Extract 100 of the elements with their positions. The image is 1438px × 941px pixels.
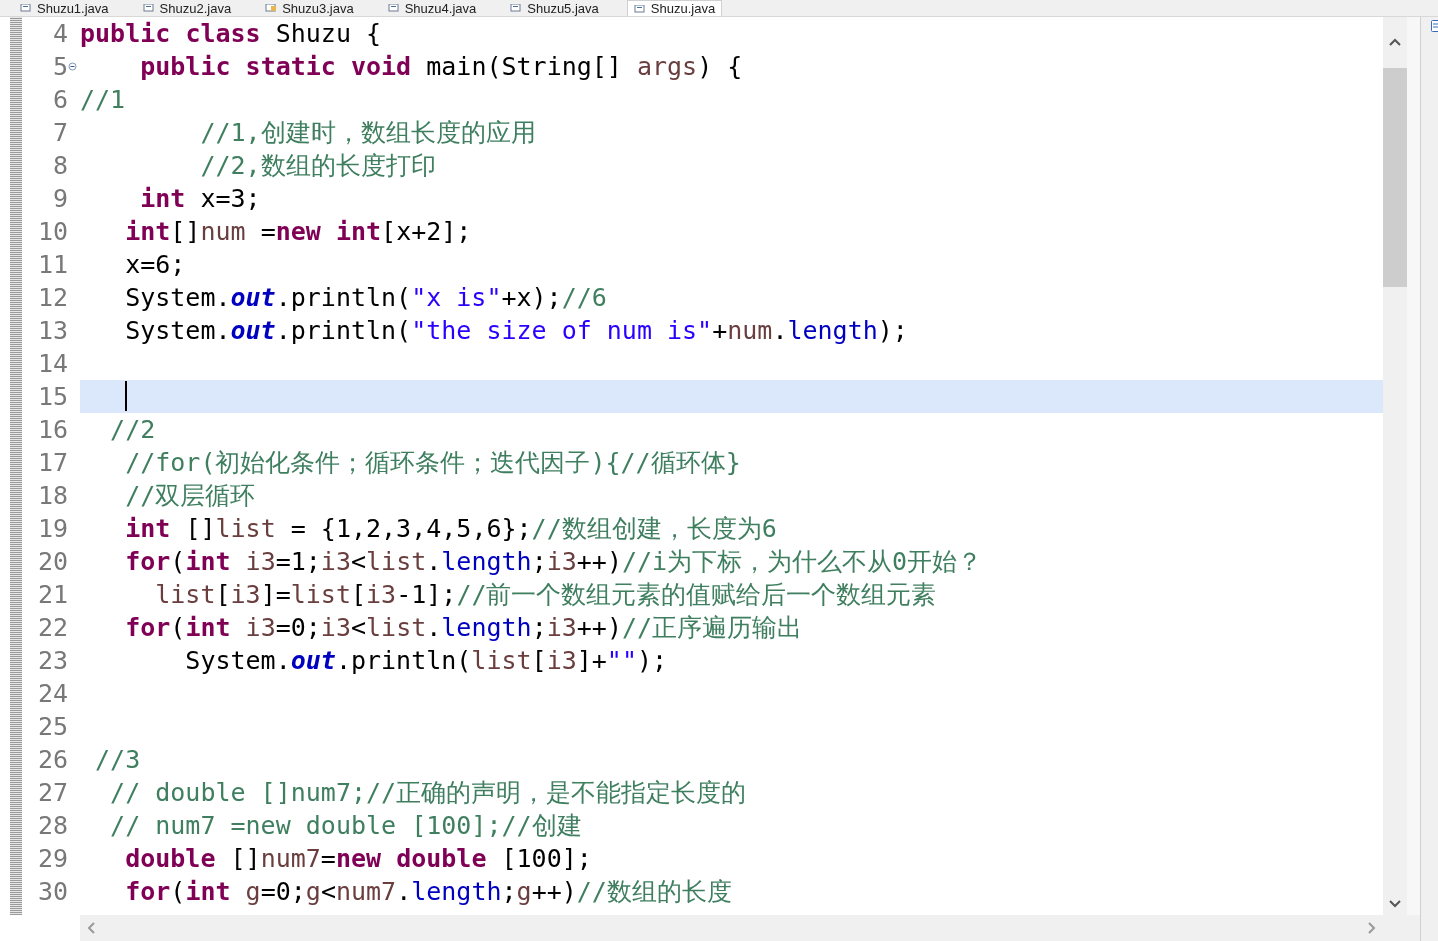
code-token: ); (636, 645, 668, 677)
code-token: main(String[] (426, 51, 623, 83)
code-token: ( (170, 612, 186, 644)
code-token: list (366, 546, 427, 578)
line-number: 26 (37, 744, 68, 776)
editor-tab[interactable]: Shuzu2.java (136, 0, 238, 16)
code-token: int (335, 216, 382, 248)
code-token: [ (531, 645, 547, 677)
code-token: length (441, 612, 532, 644)
code-token: num7 (335, 876, 397, 908)
code-token: .println( (335, 645, 472, 677)
code-token: int (185, 612, 231, 644)
code-token: +x); (501, 282, 562, 314)
line-number: 10 (37, 216, 68, 248)
code-token: int (185, 546, 231, 578)
code-token: //数组的长度 (576, 876, 732, 908)
code-token: num (727, 315, 773, 347)
code-token: < (320, 876, 336, 908)
code-token: new (275, 216, 321, 248)
code-token: i3 (546, 546, 577, 578)
code-token: static (245, 51, 336, 83)
code-token: = {1,2,3,4,5,6}; (290, 513, 532, 545)
code-token: for (125, 876, 171, 908)
scroll-down-icon[interactable] (1388, 899, 1402, 909)
code-token: g (305, 876, 321, 908)
editor-tab[interactable]: Shuzu.java (626, 0, 723, 16)
scroll-right-icon[interactable] (1367, 921, 1377, 935)
code-token: + (712, 315, 728, 347)
code-token: list (366, 612, 427, 644)
editor-tab[interactable]: Shuzu1.java (14, 0, 115, 16)
code-token: for (125, 546, 171, 578)
code-token: [] (230, 843, 261, 875)
code-token: i3 (245, 612, 276, 644)
line-number: 12 (37, 282, 68, 314)
code-token: num7 (260, 843, 321, 875)
code-token: //1 (80, 84, 126, 116)
collapse-icon[interactable] (68, 62, 77, 71)
code-token: //前一个数组元素的值赋给后一个数组元素 (456, 579, 937, 611)
editor-tab[interactable]: Shuzu4.java (381, 0, 483, 16)
code-token: public (140, 51, 231, 83)
code-token: [] (170, 216, 201, 248)
scroll-up-icon[interactable] (1388, 37, 1402, 47)
code-token: i3 (320, 546, 351, 578)
code-token: ; (531, 612, 547, 644)
code-token: -1]; (396, 579, 457, 611)
code-token: ]+ (576, 645, 607, 677)
code-token: out (230, 315, 276, 347)
code-token: < (350, 546, 367, 578)
editor-tab[interactable]: Shuzu3.java (259, 0, 360, 16)
line-number: 17 (37, 447, 68, 479)
code-token: //for(初始化条件；循环条件；迭代因子){//循环体} (125, 447, 741, 479)
line-number: 20 (37, 546, 68, 578)
editor-tab[interactable]: Shuzu5.java (504, 0, 605, 16)
code-token: [ (215, 579, 231, 611)
scrollbar-thumb[interactable] (1383, 68, 1407, 287)
code-token: //1,创建时，数组长度的应用 (200, 117, 536, 149)
scroll-left-icon[interactable] (86, 921, 96, 935)
outline-view-icon[interactable] (1431, 20, 1438, 32)
line-number: 6 (52, 84, 68, 116)
code-token: ]= (260, 579, 291, 611)
code-token: public (80, 18, 171, 50)
code-token: //正序遍历输出 (621, 612, 803, 644)
code-token: . (772, 315, 788, 347)
line-number: 21 (37, 579, 68, 611)
code-token: out (230, 282, 276, 314)
line-number: 18 (37, 480, 68, 512)
line-number: 7 (52, 117, 68, 149)
line-number: 15 (37, 381, 68, 413)
code-token: //3 (95, 744, 141, 776)
line-number: 29 (37, 843, 68, 875)
line-number: 23 (37, 645, 68, 677)
code-token: i3 (546, 612, 577, 644)
code-token: g (516, 876, 532, 908)
text-cursor (125, 381, 127, 411)
line-number: 4 (52, 18, 68, 50)
line-number: 19 (37, 513, 68, 545)
line-number: 28 (37, 810, 68, 842)
code-token: length (441, 546, 532, 578)
line-number: 24 (37, 678, 68, 710)
code-token: for (125, 612, 171, 644)
code-token: class (185, 18, 261, 50)
code-token: [x+2]; (381, 216, 472, 248)
code-token: list (155, 579, 216, 611)
code-token: .println( (275, 282, 412, 314)
horizontal-scrollbar[interactable] (80, 915, 1383, 941)
code-token: int (125, 216, 171, 248)
code-token: [] (185, 513, 216, 545)
code-token: void (350, 51, 412, 83)
vertical-scrollbar[interactable] (1383, 17, 1407, 915)
line-number: 16 (37, 414, 68, 446)
line-number: 13 (37, 315, 68, 347)
code-token: i3 (245, 546, 276, 578)
code-token: "the size of num is" (411, 315, 713, 347)
code-token: i3 (546, 645, 577, 677)
line-number: 8 (52, 150, 68, 182)
code-token: int (140, 183, 186, 215)
code-token: x=3; (200, 183, 261, 215)
code-token: args (636, 51, 698, 83)
java-file-icon (142, 4, 155, 12)
java-file-icon (387, 4, 400, 12)
